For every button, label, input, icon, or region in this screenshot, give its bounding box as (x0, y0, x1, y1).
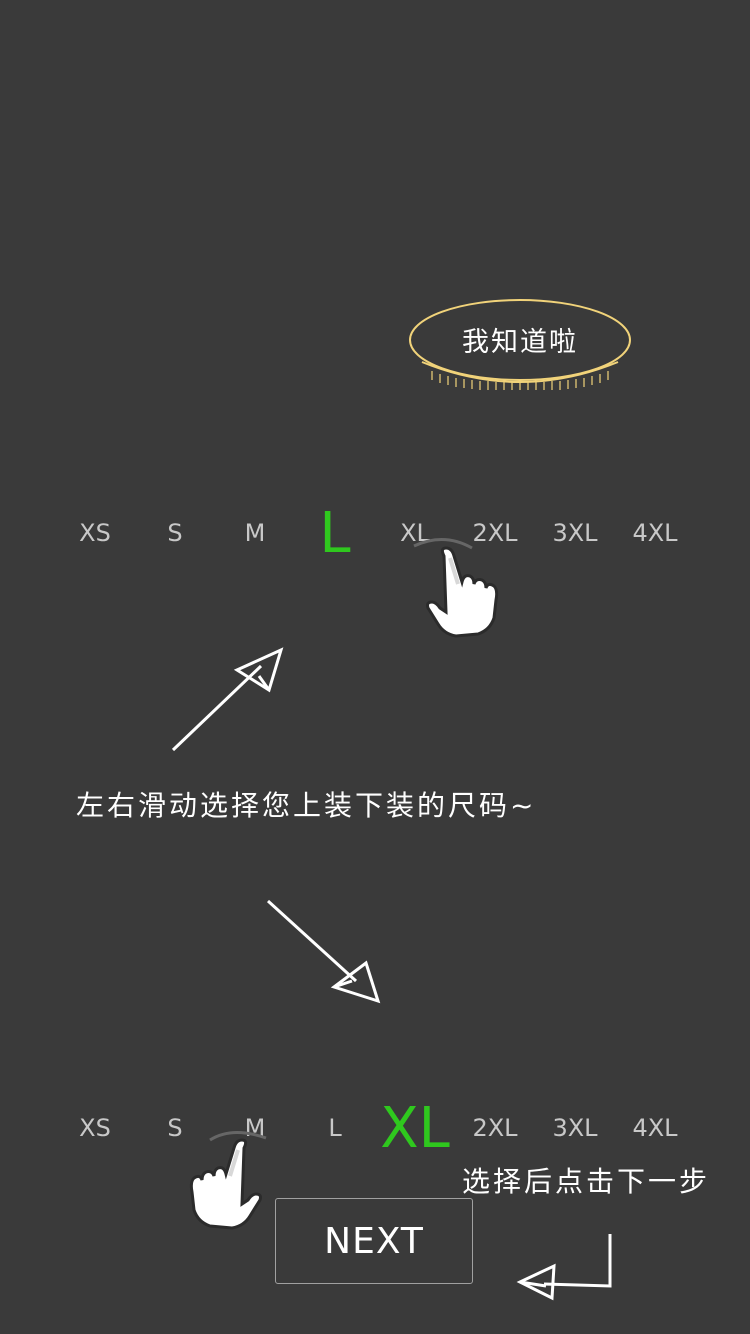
return-arrow-icon (516, 1234, 612, 1301)
next-button[interactable]: NEXT (275, 1198, 473, 1284)
got-it-button[interactable]: 我知道啦 (408, 298, 632, 392)
next-hint: 选择后点击下一步 (462, 1165, 711, 1198)
size-option-3xl[interactable]: 3XL (535, 1088, 615, 1168)
size-option-m[interactable]: M (215, 493, 295, 573)
size-option-s[interactable]: S (135, 493, 215, 573)
hand-pointer-icon (189, 1131, 267, 1230)
arrow-down-right-icon (266, 899, 381, 1004)
size-option-xs[interactable]: XS (55, 493, 135, 573)
size-selector-bottom[interactable]: XS S M L XL 2XL 3XL 4XL (55, 1088, 735, 1168)
hand-pointer-icon (413, 538, 499, 638)
size-option-xs[interactable]: XS (55, 1088, 135, 1168)
size-option-l[interactable]: L (295, 1088, 375, 1168)
size-option-2xl[interactable]: 2XL (455, 1088, 535, 1168)
size-option-3xl[interactable]: 3XL (535, 493, 615, 573)
size-option-xl-selected[interactable]: XL (375, 1088, 455, 1168)
arrow-up-right-icon (171, 647, 284, 752)
size-selector-top[interactable]: XS S M L XL 2XL 3XL 4XL (55, 493, 735, 573)
size-option-4xl[interactable]: 4XL (615, 1088, 695, 1168)
size-option-l-selected[interactable]: L (295, 493, 375, 573)
size-option-4xl[interactable]: 4XL (615, 493, 695, 573)
swipe-hint: 左右滑动选择您上装下装的尺码~ (76, 789, 537, 822)
got-it-label: 我知道啦 (462, 327, 578, 358)
